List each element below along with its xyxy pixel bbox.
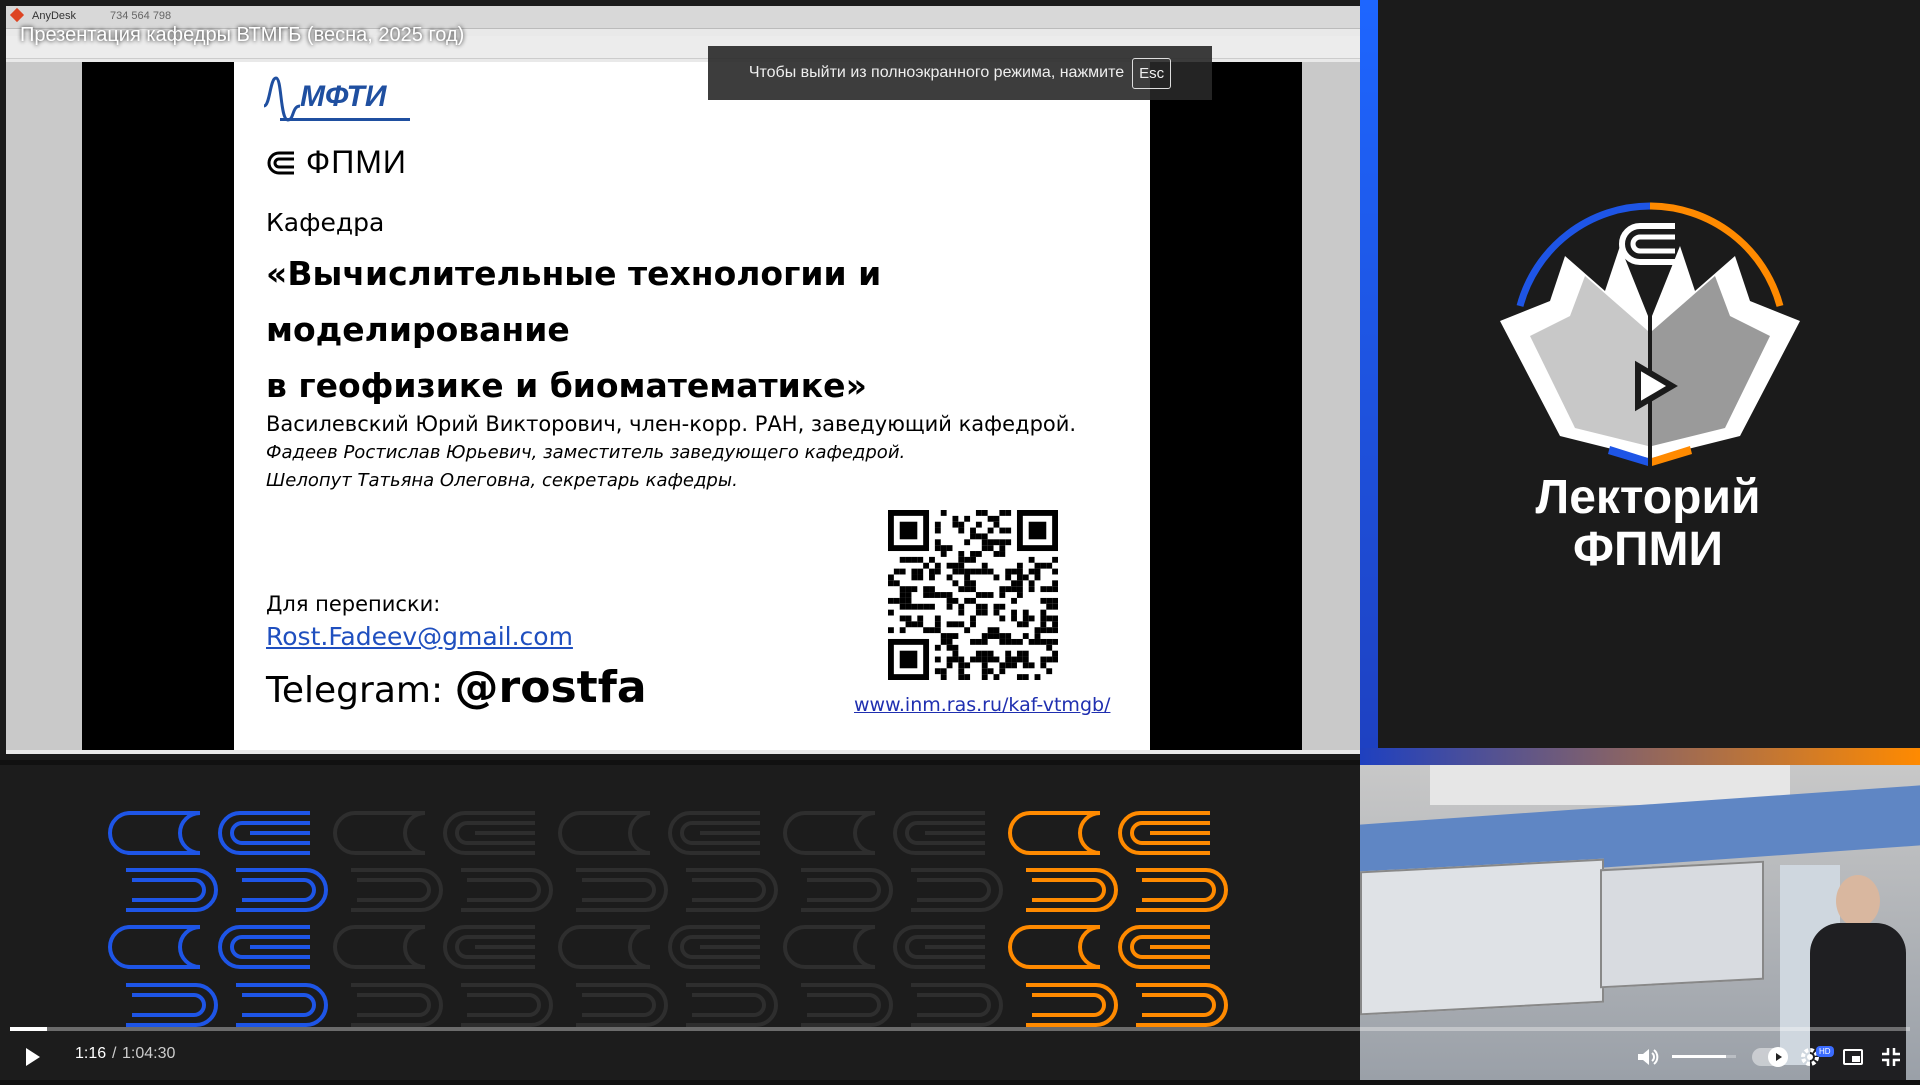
esc-key: Esc: [1132, 57, 1172, 89]
department-title: «Вычислительные технологии и моделирован…: [266, 246, 1146, 414]
department-title-line2: в геофизике и биоматематике»: [266, 366, 867, 405]
presentation-window-right: [1302, 62, 1360, 750]
book-shape: [1026, 868, 1118, 912]
book-shape: [686, 983, 778, 1027]
autoplay-toggle[interactable]: [1752, 1047, 1788, 1067]
book-shape: [333, 811, 426, 855]
book-shape: [686, 868, 778, 912]
mipt-logo-text: МФТИ: [300, 80, 387, 113]
book-shape: [218, 811, 310, 855]
presentation-window-left: [6, 62, 82, 750]
qr-code: [888, 510, 1058, 680]
book-shape: [461, 983, 553, 1027]
anydesk-icon: [9, 7, 25, 23]
decorative-books-panel: [0, 765, 1360, 1080]
book-shape: [351, 983, 443, 1027]
book-shape: [1136, 868, 1228, 912]
book-shape: [893, 811, 985, 855]
fpmi-logo-text: ФПМИ: [305, 144, 407, 180]
brand-accent-stripe: [1360, 0, 1378, 765]
whiteboard-right: [1600, 860, 1764, 989]
head-of-department: Василевский Юрий Викторович, член-корр. …: [266, 412, 1077, 436]
anydesk-session-id: 734 564 798: [110, 10, 172, 22]
telegram-label: Telegram:: [266, 670, 444, 711]
time-current: 1:16: [75, 1045, 107, 1062]
book-shape: [108, 811, 201, 855]
book-shape: [576, 983, 668, 1027]
book-shape: [218, 925, 310, 969]
book-shape: [1118, 925, 1210, 969]
book-shape: [461, 868, 553, 912]
telegram-contact: Telegram: @rostfa: [266, 662, 647, 713]
volume-icon[interactable]: [1636, 1046, 1660, 1068]
kafedra-label: Кафедра: [266, 208, 385, 237]
department-title-line1: «Вычислительные технологии и моделирован…: [266, 254, 882, 349]
book-shape: [558, 811, 651, 855]
lecturer-camera-feed: [1360, 765, 1920, 1080]
book-shape: [443, 811, 535, 855]
progress-played: [10, 1027, 48, 1031]
book-pattern-icon: [108, 811, 1228, 1027]
book-shape: [351, 868, 443, 912]
book-shape: [1008, 925, 1101, 969]
presentation-slide: МФТИ ФПМИ Кафедра «Вычислительные технол…: [234, 62, 1150, 750]
book-shape: [558, 925, 651, 969]
book-shape: [783, 925, 876, 969]
website-link[interactable]: www.inm.ras.ru/kaf-vtmgb/: [854, 694, 1110, 716]
brand-name-line1: Лекторий: [1535, 471, 1761, 524]
book-shape: [668, 925, 760, 969]
player-controls: [0, 1040, 1920, 1080]
video-title: Презентация кафедры ВТМГБ (весна, 2025 г…: [20, 24, 465, 46]
fpmi-logo: ФПМИ: [266, 144, 407, 181]
lektoriy-book-logo-icon: [1500, 202, 1800, 466]
book-shape: [126, 868, 218, 912]
book-shape: [1026, 983, 1118, 1027]
mipt-wave-icon: [263, 76, 301, 122]
volume-level: [1672, 1055, 1727, 1058]
autoplay-toggle-knob: [1768, 1047, 1788, 1067]
book-shape: [1118, 811, 1210, 855]
time-separator: /: [112, 1045, 117, 1062]
book-shape: [801, 868, 893, 912]
book-shape: [1136, 983, 1228, 1027]
fpmi-emblem-icon: [267, 151, 294, 175]
play-icon[interactable]: [24, 1047, 42, 1067]
whiteboard: [1360, 858, 1604, 1016]
book-shape: [911, 868, 1003, 912]
book-shape: [126, 983, 218, 1027]
mipt-logo: МФТИ: [263, 76, 410, 122]
brand-name: Лекторий ФПМИ: [1480, 472, 1816, 576]
book-shape: [668, 811, 760, 855]
exit-fullscreen-icon[interactable]: [1880, 1046, 1902, 1068]
book-shape: [1008, 811, 1101, 855]
book-shape: [236, 868, 328, 912]
email-link[interactable]: Rost.Fadeev@gmail.com: [266, 622, 573, 651]
fullscreen-exit-hint: Чтобы выйти из полноэкранного режима, на…: [708, 46, 1212, 100]
autoplay-play-icon: [1776, 1053, 1782, 1061]
miniplayer-icon[interactable]: [1842, 1046, 1864, 1068]
telegram-handle: @rostfa: [454, 662, 647, 713]
book-shape: [893, 925, 985, 969]
book-shape: [108, 925, 201, 969]
deputy-head: Фадеев Ростислав Юрьевич, заместитель за…: [266, 442, 906, 463]
book-shape: [333, 925, 426, 969]
contact-label: Для переписки:: [266, 592, 441, 616]
book-shape: [783, 811, 876, 855]
book-shape: [443, 925, 535, 969]
brand-name-line2: ФПМИ: [1573, 523, 1723, 576]
anydesk-app-name: AnyDesk: [32, 10, 77, 22]
mipt-underline: [280, 118, 410, 121]
progress-bar[interactable]: [10, 1027, 1910, 1031]
brand-accent-stripe-bottom: [1360, 748, 1920, 766]
book-shape: [236, 983, 328, 1027]
book-shape: [911, 983, 1003, 1027]
time-total: 1:04:30: [122, 1045, 176, 1062]
secretary: Шелопут Татьяна Олеговна, секретарь кафе…: [266, 470, 738, 491]
book-shape: [801, 983, 893, 1027]
hd-badge: HD: [1816, 1046, 1834, 1057]
book-shape: [576, 868, 668, 912]
fullscreen-hint-text: Чтобы выйти из полноэкранного режима, на…: [748, 64, 1125, 81]
